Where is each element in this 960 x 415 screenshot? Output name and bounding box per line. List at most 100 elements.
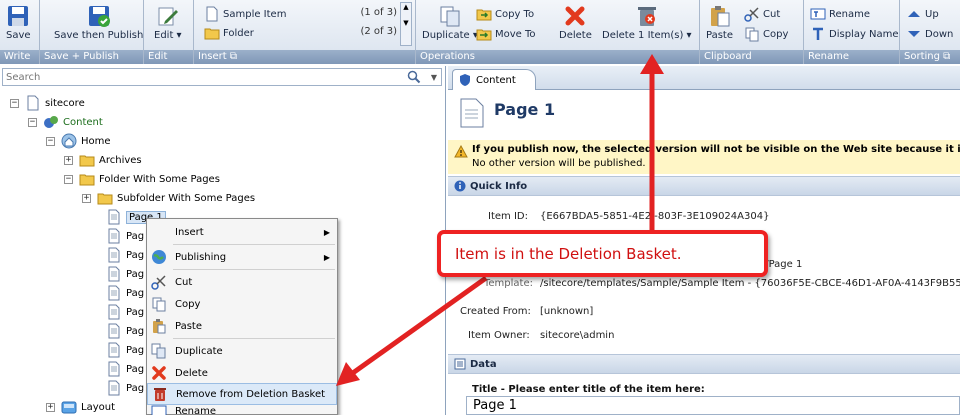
template-value: /sitecore/templates/Sample/Sample Item -… bbox=[540, 278, 960, 289]
page-icon bbox=[108, 247, 120, 263]
search-input[interactable] bbox=[3, 69, 403, 85]
tree-node-page[interactable]: Pag bbox=[106, 341, 144, 359]
item-id-label: Item ID: bbox=[488, 211, 528, 222]
page-icon bbox=[108, 285, 120, 301]
page-icon bbox=[27, 95, 39, 111]
paste-icon bbox=[153, 319, 166, 334]
menu-item-copy[interactable]: Copy bbox=[147, 293, 337, 315]
tree-node-page[interactable]: Pag bbox=[106, 227, 144, 245]
up-button[interactable]: Up bbox=[906, 6, 939, 22]
expand-toggle[interactable]: + bbox=[46, 402, 55, 412]
tree-node-page[interactable]: Pag bbox=[106, 303, 144, 321]
folder-icon bbox=[204, 28, 220, 40]
menu-item-insert[interactable]: Insert ▶ bbox=[147, 221, 337, 243]
page-icon bbox=[108, 361, 120, 377]
menu-item-paste[interactable]: Paste bbox=[147, 315, 337, 337]
search-box: ▼ bbox=[2, 68, 442, 86]
tree-node-page[interactable]: Pag bbox=[106, 246, 144, 264]
save-button[interactable]: Save bbox=[6, 4, 31, 41]
home-icon bbox=[61, 133, 77, 149]
template-label: Template: bbox=[484, 278, 533, 289]
collapse-toggle[interactable]: − bbox=[10, 98, 19, 108]
layout-icon bbox=[61, 401, 77, 414]
tree-node-page[interactable]: Pag bbox=[106, 265, 144, 283]
rename-button[interactable]: Rename bbox=[810, 6, 870, 22]
folder-count: (2 of 3) bbox=[360, 26, 397, 37]
cut-button[interactable]: Cut bbox=[744, 6, 780, 22]
tree-node-folder-with-pages[interactable]: − Folder With Some Pages bbox=[64, 170, 220, 188]
insert-folder[interactable]: Folder bbox=[204, 25, 254, 41]
group-label-insert: Insert ⧉ bbox=[194, 50, 415, 64]
group-operations: Duplicate ▾ Copy To Move To Delete Delet… bbox=[416, 0, 700, 64]
tree-node-subfolder[interactable]: + Subfolder With Some Pages bbox=[82, 189, 255, 207]
menu-item-rename[interactable]: Rename bbox=[147, 405, 337, 415]
tree-node-home[interactable]: − Home bbox=[46, 132, 111, 150]
move-to-button[interactable]: Move To bbox=[476, 26, 536, 42]
menu-separator bbox=[173, 244, 335, 245]
collapse-toggle[interactable]: − bbox=[28, 117, 37, 127]
delete-icon bbox=[152, 366, 166, 380]
document-icon bbox=[206, 6, 218, 22]
item-id-value: {E667BDA5-5851-4E2 -803F-3E109024A304} bbox=[540, 211, 770, 222]
warning-subtext: No other version will be published. bbox=[472, 158, 646, 169]
cut-icon bbox=[744, 7, 759, 22]
save-then-publish-button[interactable]: Save then Publish bbox=[54, 4, 143, 41]
copy-icon bbox=[745, 27, 759, 42]
edit-button[interactable]: Edit ▾ bbox=[154, 4, 182, 41]
menu-separator bbox=[173, 269, 335, 270]
search-icon[interactable] bbox=[407, 70, 421, 84]
search-dropdown-icon[interactable]: ▼ bbox=[431, 73, 437, 82]
paste-button[interactable]: Paste bbox=[706, 4, 733, 41]
tree-node-page[interactable]: Pag bbox=[106, 322, 144, 340]
context-menu: Insert ▶ Publishing ▶ Cut Copy Paste Dup… bbox=[146, 218, 338, 415]
expand-toggle[interactable]: + bbox=[64, 155, 73, 165]
content-icon bbox=[44, 116, 58, 128]
title-field-input[interactable] bbox=[467, 397, 959, 414]
delete-items-button[interactable]: Delete 1 Item(s) ▾ bbox=[602, 4, 692, 41]
section-quick-info[interactable]: Quick Info bbox=[448, 176, 960, 196]
page-icon bbox=[108, 209, 120, 225]
menu-item-cut[interactable]: Cut bbox=[147, 271, 337, 293]
group-label-rename: Rename bbox=[804, 50, 899, 64]
up-arrow-icon bbox=[908, 11, 920, 17]
group-sorting: Up Down Sorting ⧉ bbox=[900, 0, 960, 64]
insert-scrollbar[interactable]: ▲ ▼ bbox=[400, 2, 412, 46]
rename-icon bbox=[810, 8, 826, 20]
tab-content[interactable]: Content bbox=[452, 69, 536, 90]
group-label-save-publish: Save + Publish bbox=[40, 50, 143, 64]
data-section-icon bbox=[454, 358, 466, 370]
copy-to-button[interactable]: Copy To bbox=[476, 6, 534, 22]
expand-toggle[interactable]: + bbox=[82, 193, 91, 203]
tree-node-layout[interactable]: + Layout bbox=[46, 398, 115, 415]
callout-box: Item is in the Deletion Basket. bbox=[437, 230, 768, 277]
edit-label: Edit ▾ bbox=[154, 30, 182, 41]
display-name-button[interactable]: Display Name bbox=[810, 26, 899, 42]
collapse-toggle[interactable]: − bbox=[46, 136, 55, 146]
group-label-sorting: Sorting ⧉ bbox=[900, 50, 960, 64]
menu-item-delete[interactable]: Delete bbox=[147, 362, 337, 384]
section-data[interactable]: Data bbox=[448, 354, 960, 374]
callout-text: Item is in the Deletion Basket. bbox=[455, 244, 682, 263]
page-title: Page 1 bbox=[494, 100, 556, 119]
menu-item-remove-from-deletion-basket[interactable]: Remove from Deletion Basket bbox=[147, 383, 337, 405]
page-icon bbox=[108, 380, 120, 396]
tree-node-content[interactable]: − Content bbox=[28, 113, 103, 131]
menu-item-publishing[interactable]: Publishing ▶ bbox=[147, 246, 337, 268]
group-label-edit: Edit bbox=[144, 50, 193, 64]
group-label-write: Write bbox=[0, 50, 39, 64]
menu-item-duplicate[interactable]: Duplicate bbox=[147, 340, 337, 362]
tree-node-archives[interactable]: + Archives bbox=[64, 151, 142, 169]
group-label-clipboard: Clipboard bbox=[700, 50, 803, 64]
tree-node-page[interactable]: Pag bbox=[106, 379, 144, 397]
copy-button[interactable]: Copy bbox=[744, 26, 788, 42]
collapse-toggle[interactable]: − bbox=[64, 174, 73, 184]
move-to-icon bbox=[476, 29, 492, 41]
duplicate-button[interactable]: Duplicate ▾ bbox=[422, 4, 478, 41]
delete-button[interactable]: Delete bbox=[559, 4, 592, 41]
tree-node-page[interactable]: Pag bbox=[106, 360, 144, 378]
tree-node-sitecore[interactable]: − sitecore bbox=[10, 94, 85, 112]
insert-sample-item[interactable]: Sample Item bbox=[204, 6, 286, 22]
tree-node-page[interactable]: Pag bbox=[106, 284, 144, 302]
down-button[interactable]: Down bbox=[906, 26, 953, 42]
copy-to-icon bbox=[476, 9, 492, 21]
